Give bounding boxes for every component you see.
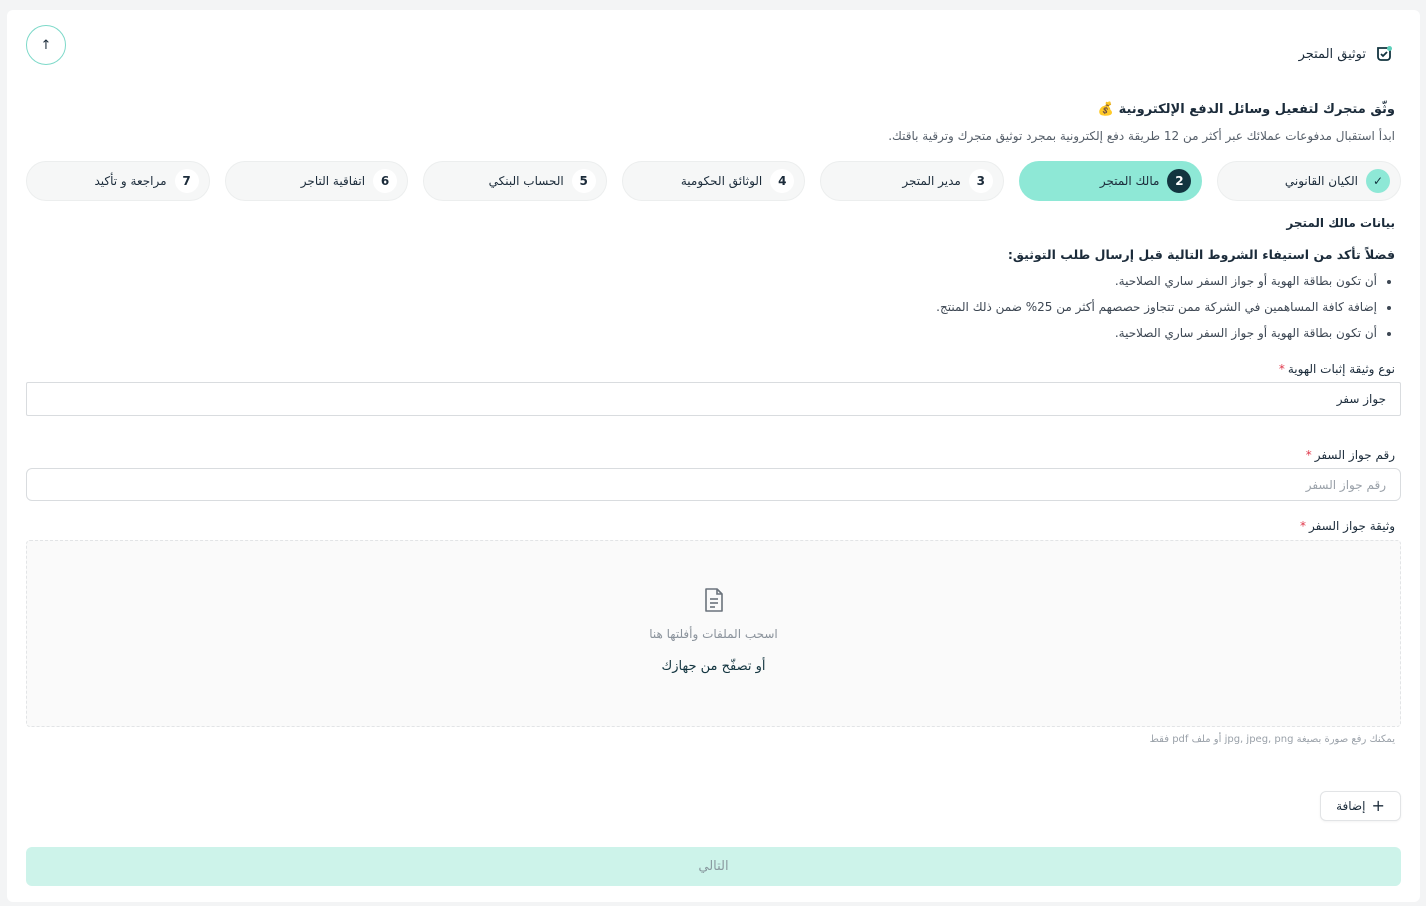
verification-card: توثيق المتجر ↑ وثّق متجرك لتفعيل وسائل ا… xyxy=(7,10,1420,902)
list-item: أن تكون بطاقة الهوية أو جواز السفر ساري … xyxy=(936,324,1377,350)
step-label: الكيان القانوني xyxy=(1284,174,1358,188)
step-label: الوثائق الحكومية xyxy=(680,174,763,188)
check-icon: ✓ xyxy=(1366,169,1390,193)
required-mark: * xyxy=(1305,448,1312,462)
file-format-hint: يمكنك رفع صورة بصيغة jpg, jpeg, png أو م… xyxy=(1149,734,1395,745)
step-label: الحساب البنكي xyxy=(488,174,564,188)
step-number: 2 xyxy=(1167,169,1192,193)
conditions-title: فضلاً تأكد من استيفاء الشروط التالية قبل… xyxy=(1007,247,1395,262)
required-mark: * xyxy=(1278,362,1285,376)
step-bank-account[interactable]: 5 الحساب البنكي xyxy=(423,161,607,201)
step-merchant-agreement[interactable]: 6 اتفاقية التاجر xyxy=(224,161,409,201)
passport-number-input[interactable] xyxy=(26,468,1401,501)
step-label: اتفاقية التاجر xyxy=(300,174,366,188)
next-button[interactable]: التالي xyxy=(26,847,1401,886)
intro-subline: ابدأ استقبال مدفوعات عملائك عبر أكثر من … xyxy=(888,129,1395,143)
step-number: 5 xyxy=(571,169,596,193)
step-government-documents[interactable]: 4 الوثائق الحكومية xyxy=(621,161,806,201)
step-legal-entity[interactable]: ✓ الكيان القانوني xyxy=(1217,161,1401,201)
step-label: مالك المتجر xyxy=(1099,174,1160,188)
file-dropzone[interactable]: اسحب الملفات وأفلتها هنا أو تصفّح من جها… xyxy=(26,540,1401,727)
step-store-manager[interactable]: 3 مدير المتجر xyxy=(820,161,1004,201)
arrow-up-icon: ↑ xyxy=(40,37,52,53)
step-store-owner[interactable]: 2 مالك المتجر xyxy=(1018,161,1203,201)
step-number: 6 xyxy=(373,169,398,193)
step-review-confirm[interactable]: 7 مراجعة و تأكيد xyxy=(25,161,210,201)
dropzone-text: اسحب الملفات وأفلتها هنا xyxy=(649,627,778,641)
id-type-value: جواز سفر xyxy=(1336,392,1386,406)
id-type-label: نوع وثيقة إثبات الهوية* xyxy=(1278,362,1395,376)
step-label: مدير المتجر xyxy=(902,174,961,188)
next-label: التالي xyxy=(698,859,729,874)
step-number: 3 xyxy=(968,169,993,193)
passport-number-label: رقم جواز السفر* xyxy=(1305,448,1395,462)
add-button[interactable]: + إضافة xyxy=(1320,791,1401,821)
document-icon xyxy=(704,588,723,612)
required-mark: * xyxy=(1299,519,1306,533)
plus-icon: + xyxy=(1371,796,1385,815)
section-title: بيانات مالك المتجر xyxy=(1286,216,1395,230)
store-verify-icon xyxy=(1377,46,1392,61)
page-title: توثيق المتجر xyxy=(1298,46,1366,62)
step-number: 7 xyxy=(174,169,199,193)
id-type-select[interactable]: جواز سفر xyxy=(26,382,1401,416)
step-number: 4 xyxy=(770,169,795,193)
passport-doc-label: وثيقة جواز السفر* xyxy=(1299,519,1395,533)
intro-headline: وثّق متجرك لتفعيل وسائل الدفع الإلكتروني… xyxy=(1097,102,1395,117)
step-label: مراجعة و تأكيد xyxy=(94,174,167,188)
page-header: توثيق المتجر xyxy=(1299,44,1394,64)
list-item: أن تكون بطاقة الهوية أو جواز السفر ساري … xyxy=(936,272,1377,298)
conditions-list: أن تكون بطاقة الهوية أو جواز السفر ساري … xyxy=(936,272,1395,350)
collapse-button[interactable]: ↑ xyxy=(26,25,66,65)
add-label: إضافة xyxy=(1336,799,1366,813)
browse-link[interactable]: أو تصفّح من جهازك xyxy=(662,659,766,674)
stepper: ✓ الكيان القانوني 2 مالك المتجر 3 مدير ا… xyxy=(25,161,1401,201)
list-item: إضافة كافة المساهمين في الشركة ممن تتجاو… xyxy=(936,298,1377,324)
